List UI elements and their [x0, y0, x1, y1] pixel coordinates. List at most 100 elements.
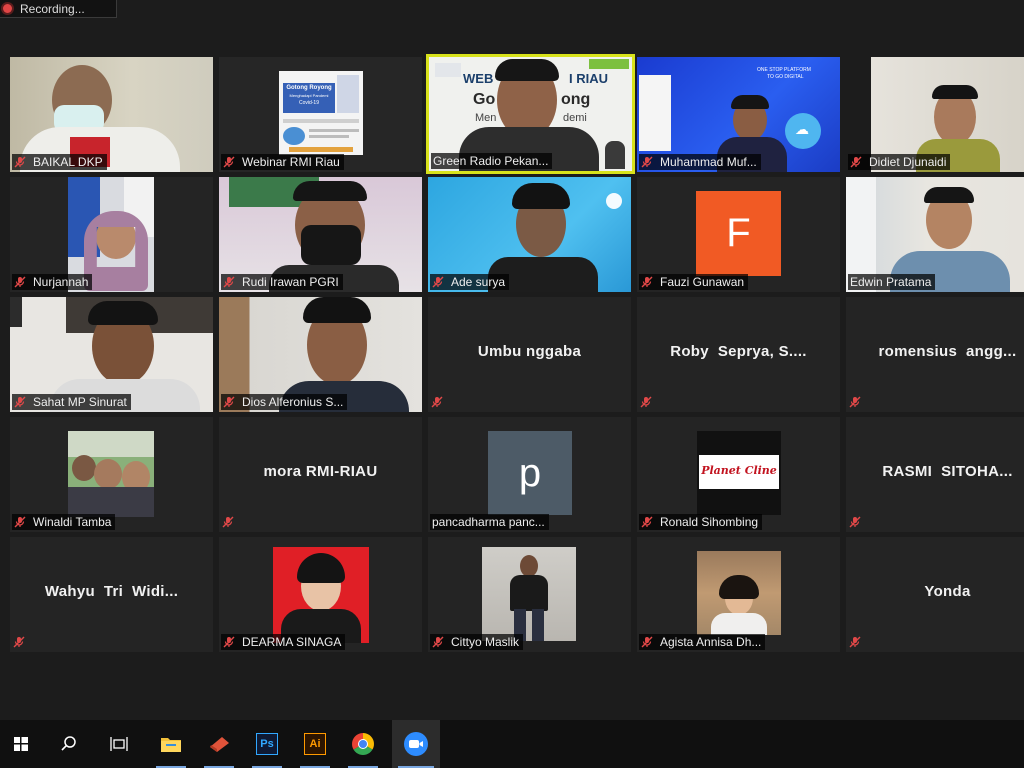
participant-tile[interactable]: Edwin Pratama [846, 177, 1024, 292]
participant-name: romensius angg... [878, 343, 1017, 360]
participant-tile[interactable]: RASMI SITOHA... [846, 417, 1024, 532]
participant-name: Muhammad Muf... [660, 155, 757, 169]
participant-name-label: Ade surya [430, 274, 510, 290]
participant-tile[interactable]: Wahyu Tri Widi... [10, 537, 213, 652]
slide-text: I RIAU [569, 71, 608, 86]
participant-tile[interactable]: Didiet Djunaidi [846, 57, 1024, 172]
participant-name-label: Fauzi Gunawan [639, 274, 749, 290]
muted-mic-icon [223, 156, 235, 168]
participant-name-label: Dios Alferonius S... [221, 394, 348, 410]
participant-tile[interactable]: Ade surya [428, 177, 631, 292]
participant-name-label: Didiet Djunaidi [848, 154, 951, 170]
participant-name: Wahyu Tri Widi... [44, 583, 179, 600]
participant-tile[interactable]: BAIKAL DKP [10, 57, 213, 172]
video-gallery: BAIKAL DKP Gotong Royong Menghadapi Pand… [0, 0, 1024, 720]
participant-tile[interactable]: Yonda [846, 537, 1024, 652]
avatar-letter: p [518, 450, 542, 495]
slide-text: demi [563, 112, 587, 124]
participant-tile[interactable]: Winaldi Tamba [10, 417, 213, 532]
participant-name: RASMI SITOHA... [882, 463, 1013, 480]
participant-name-label: Rudi Irawan PGRI [221, 274, 343, 290]
planet-online-logo: Planet Cline [699, 455, 779, 489]
participant-name: Umbu nggaba [477, 343, 582, 360]
participant-name: Didiet Djunaidi [869, 155, 947, 169]
illustrator-button[interactable]: Ai [294, 720, 336, 768]
participant-tile[interactable]: Planet Cline Ronald Sihombing [637, 417, 840, 532]
participant-name: Roby Seprya, S.... [670, 343, 807, 360]
participant-name-label: Webinar RMI Riau [221, 154, 344, 170]
participant-name-label: Agista Annisa Dh... [639, 634, 766, 650]
cloud-icon: ☁ [795, 121, 809, 137]
muted-mic-icon [431, 396, 443, 408]
muted-mic-icon [222, 516, 234, 528]
participant-tile[interactable]: Nurjannah [10, 177, 213, 292]
participant-video [482, 547, 576, 641]
webinar-poster: Gotong Royong Menghadapi Pandemi Covid-1… [279, 71, 363, 155]
muted-mic-icon [850, 156, 862, 168]
participant-tile[interactable]: Sahat MP Sinurat [10, 297, 213, 412]
illustrator-icon: Ai [304, 733, 326, 755]
participant-tile[interactable]: Rudi Irawan PGRI [219, 177, 422, 292]
participant-tile[interactable]: mora RMI-RIAU [219, 417, 422, 532]
record-dot-icon [3, 4, 12, 13]
participant-name: BAIKAL DKP [33, 155, 103, 169]
slide-text: Go [473, 91, 496, 108]
participant-tile[interactable]: Cittyo Maslik [428, 537, 631, 652]
muted-mic-icon [432, 636, 444, 648]
file-explorer-button[interactable] [150, 720, 192, 768]
photoshop-button[interactable]: Ps [246, 720, 288, 768]
recording-indicator[interactable]: Recording... [0, 0, 117, 18]
participant-tile-active-speaker[interactable]: WEB I RIAU Go ong Men demi Green Radio P… [426, 54, 635, 174]
start-button[interactable] [0, 720, 42, 768]
promo-phone [639, 75, 671, 151]
participant-name: Edwin Pratama [850, 275, 932, 289]
participant-tile[interactable]: Dios Alferonius S... [219, 297, 422, 412]
participant-avatar: F [696, 191, 781, 276]
participant-tile[interactable]: Gotong Royong Menghadapi Pandemi Covid-1… [219, 57, 422, 172]
muted-mic-icon [849, 516, 861, 528]
participant-name: Cittyo Maslik [451, 635, 520, 649]
participant-name: Ronald Sihombing [660, 515, 759, 529]
muted-mic-icon [14, 396, 26, 408]
chrome-icon [352, 733, 374, 755]
search-button[interactable] [48, 720, 90, 768]
participant-name: Rudi Irawan PGRI [242, 275, 339, 289]
muted-mic-icon [223, 396, 235, 408]
participant-avatar: p [488, 431, 572, 515]
participant-tile[interactable]: F Fauzi Gunawan [637, 177, 840, 292]
participant-name-label: Edwin Pratama [848, 274, 936, 290]
recording-label: Recording... [20, 1, 85, 16]
participant-tile[interactable]: romensius angg... [846, 297, 1024, 412]
participant-tile[interactable]: ONE STOP PLATFORM TO GO DIGITAL ☁ Muhamm… [637, 57, 840, 172]
participant-name-label: DEARMA SINAGA [221, 634, 346, 650]
task-view-button[interactable] [98, 720, 140, 768]
participant-tile[interactable]: Roby Seprya, S.... [637, 297, 840, 412]
participant-tile[interactable]: p pancadharma panc... [428, 417, 631, 532]
participant-name: Green Radio Pekan... [433, 154, 549, 168]
participant-tile[interactable]: DEARMA SINAGA [219, 537, 422, 652]
muted-mic-icon [641, 156, 653, 168]
windows-logo-icon [14, 737, 28, 751]
participant-name-label: Cittyo Maslik [430, 634, 524, 650]
app-red-button[interactable] [198, 720, 240, 768]
chrome-button[interactable] [342, 720, 384, 768]
participant-video [273, 547, 369, 643]
muted-mic-icon [641, 516, 653, 528]
participant-name: Sahat MP Sinurat [33, 395, 127, 409]
participant-video: Planet Cline [697, 431, 781, 515]
participant-tile[interactable]: Umbu nggaba [428, 297, 631, 412]
zoom-button[interactable] [392, 720, 440, 768]
muted-mic-icon [849, 396, 861, 408]
participant-name: Dios Alferonius S... [242, 395, 344, 409]
muted-mic-icon [13, 636, 25, 648]
muted-mic-icon [640, 396, 652, 408]
participant-name-label: pancadharma panc... [430, 514, 549, 530]
participant-name: Fauzi Gunawan [660, 275, 745, 289]
participant-name: Ade surya [451, 275, 506, 289]
participant-name: Webinar RMI Riau [242, 155, 340, 169]
muted-mic-icon [14, 516, 26, 528]
muted-mic-icon [641, 636, 653, 648]
participant-name-label: Green Radio Pekan... [431, 153, 553, 169]
participant-name: Yonda [924, 583, 971, 600]
participant-tile[interactable]: Agista Annisa Dh... [637, 537, 840, 652]
